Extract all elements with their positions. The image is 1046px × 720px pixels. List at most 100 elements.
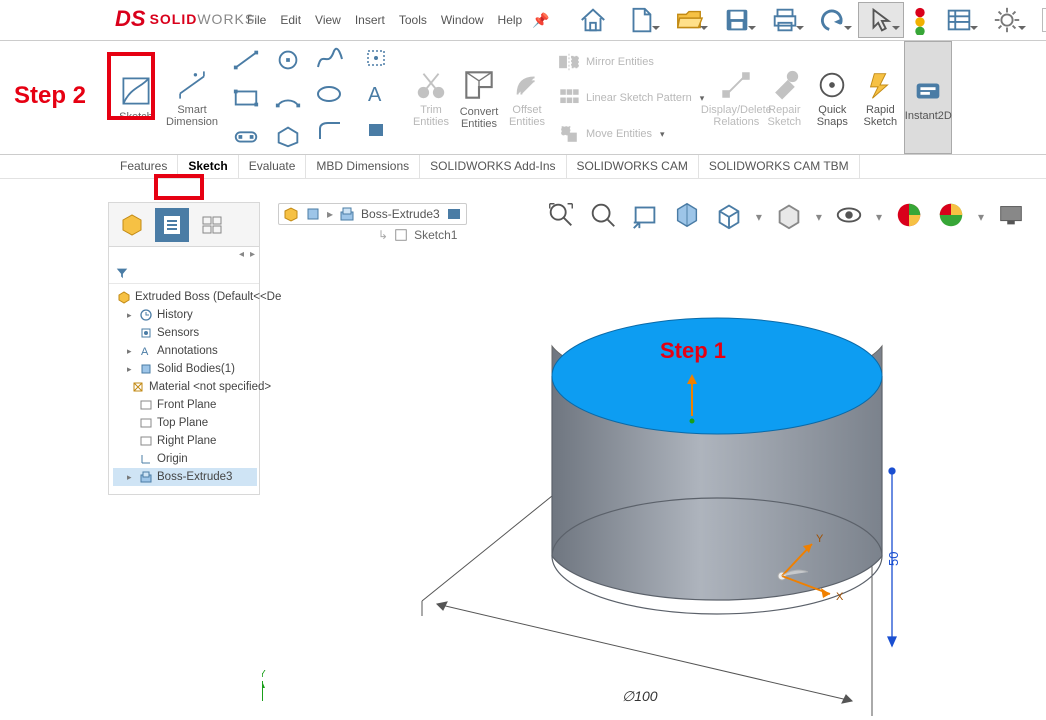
fillet-icon[interactable] xyxy=(314,117,358,153)
appearance-icon[interactable] xyxy=(894,200,924,233)
text-icon[interactable]: A xyxy=(362,81,406,117)
dim-height: 50 xyxy=(886,552,901,566)
linear-pattern-button[interactable]: Linear Sketch Pattern xyxy=(558,83,704,113)
undo-icon[interactable] xyxy=(810,2,856,38)
dim-diameter: ∅100 xyxy=(622,688,658,704)
render-icon[interactable] xyxy=(996,200,1026,233)
tree-front-plane[interactable]: Front Plane xyxy=(113,396,257,414)
app-logo: DS SOLIDWORKS xyxy=(115,6,255,32)
ellipse-icon[interactable] xyxy=(314,81,358,117)
section-view-icon[interactable] xyxy=(672,200,702,233)
step2-highlight-sketch-button xyxy=(107,52,155,120)
tree-material[interactable]: Material <not specified> xyxy=(113,378,257,396)
command-search[interactable]: large xyxy=(1042,8,1046,32)
sketch-icon xyxy=(394,228,408,242)
svg-text:Y: Y xyxy=(816,533,824,545)
move-entities-button[interactable]: Move Entities xyxy=(558,119,704,149)
tree-filter[interactable] xyxy=(109,262,259,284)
options-icon[interactable] xyxy=(936,2,982,38)
circle-icon[interactable] xyxy=(268,42,308,78)
rapid-sketch-button[interactable]: Rapid Sketch xyxy=(856,41,904,154)
previous-view-icon[interactable] xyxy=(630,200,660,233)
line-icon[interactable] xyxy=(226,42,266,78)
tab-mbd[interactable]: MBD Dimensions xyxy=(306,155,420,178)
panel-tabs xyxy=(109,203,259,247)
open-icon[interactable] xyxy=(666,2,712,38)
convert-entities-button[interactable]: Convert Entities xyxy=(454,41,504,154)
tree-right-plane[interactable]: Right Plane xyxy=(113,432,257,450)
menu-help[interactable]: Help xyxy=(498,13,523,27)
panel-nav: ◂▸ xyxy=(109,247,259,262)
slot-icon[interactable] xyxy=(226,118,266,154)
select-icon[interactable] xyxy=(858,2,904,38)
cube-icon xyxy=(305,206,321,222)
breadcrumb-sub: ↳ Sketch1 xyxy=(378,228,457,242)
origin-triad: Y xyxy=(262,669,266,701)
logo-glyph: DS xyxy=(115,6,146,32)
offset-entities-button[interactable]: Offset Entities xyxy=(504,41,550,154)
quick-access-toolbar xyxy=(570,2,1030,38)
plane-icon[interactable] xyxy=(362,117,406,153)
zoom-area-icon[interactable] xyxy=(588,200,618,233)
propertymanager-tab-icon[interactable] xyxy=(155,208,189,242)
quick-snaps-button[interactable]: Quick Snaps xyxy=(808,41,856,154)
tree-top-plane[interactable]: Top Plane xyxy=(113,414,257,432)
print-icon[interactable] xyxy=(762,2,808,38)
settings-icon[interactable] xyxy=(984,2,1030,38)
misc-tools: A xyxy=(360,41,408,154)
display-style-icon[interactable] xyxy=(774,200,804,233)
tab-addins[interactable]: SOLIDWORKS Add-Ins xyxy=(420,155,566,178)
graphics-viewport[interactable]: ∅100 50 X Y xyxy=(262,246,1042,716)
spline-icon[interactable] xyxy=(314,45,358,81)
view-orientation-icon[interactable] xyxy=(714,200,744,233)
feature-tree: Extruded Boss (Default<<De History Senso… xyxy=(109,284,259,494)
configmanager-tab-icon[interactable] xyxy=(195,208,229,242)
svg-text:X: X xyxy=(836,591,844,603)
ribbon: Sketch Smart Dimension A Trim Entities C… xyxy=(0,40,1046,155)
breadcrumb-feature: Boss-Extrude3 xyxy=(361,207,440,221)
menu-edit[interactable]: Edit xyxy=(280,13,301,27)
tree-sensors[interactable]: Sensors xyxy=(113,324,257,342)
repair-sketch-button[interactable]: Repair Sketch xyxy=(760,41,808,154)
arc-icon[interactable] xyxy=(268,80,308,116)
menu-window[interactable]: Window xyxy=(441,13,484,27)
instant2d-button[interactable]: Instant2D xyxy=(904,41,952,154)
pin-icon[interactable]: 📌 xyxy=(532,12,549,29)
tree-annotations[interactable]: AAnnotations xyxy=(113,342,257,360)
new-doc-icon[interactable] xyxy=(618,2,664,38)
save-icon[interactable] xyxy=(714,2,760,38)
part-icon xyxy=(283,206,299,222)
svg-text:A: A xyxy=(368,84,382,106)
tree-root[interactable]: Extruded Boss (Default<<De xyxy=(113,288,257,306)
scene-icon[interactable] xyxy=(936,200,966,233)
mirror-entities-button[interactable]: Mirror Entities xyxy=(558,47,704,77)
hide-show-icon[interactable] xyxy=(834,200,864,233)
tree-boss-extrude[interactable]: Boss-Extrude3 xyxy=(113,468,257,486)
zoom-fit-icon[interactable] xyxy=(546,200,576,233)
featuremanager-tab-icon[interactable] xyxy=(115,208,149,242)
rectangle-icon[interactable] xyxy=(226,80,266,116)
polygon-icon[interactable] xyxy=(268,118,308,154)
rebuild-icon[interactable] xyxy=(906,2,934,38)
breadcrumb[interactable]: ▸ Boss-Extrude3 xyxy=(278,203,467,225)
trim-entities-button[interactable]: Trim Entities xyxy=(408,41,454,154)
line-tools xyxy=(222,41,312,154)
tree-origin[interactable]: Origin xyxy=(113,450,257,468)
menu-tools[interactable]: Tools xyxy=(399,13,427,27)
logo-text: SOLIDWORKS xyxy=(150,11,256,27)
menu-insert[interactable]: Insert xyxy=(355,13,385,27)
step1-label: Step 1 xyxy=(660,338,726,364)
tab-cam[interactable]: SOLIDWORKS CAM xyxy=(567,155,699,178)
feature-manager-panel: ◂▸ Extruded Boss (Default<<De History Se… xyxy=(108,202,260,495)
filter-icon xyxy=(115,266,129,280)
step2-highlight-sketch-tab xyxy=(154,174,204,200)
home-icon[interactable] xyxy=(570,2,616,38)
point-icon[interactable] xyxy=(362,45,406,81)
tab-evaluate[interactable]: Evaluate xyxy=(239,155,307,178)
smart-dimension-button[interactable]: Smart Dimension xyxy=(162,41,222,154)
display-delete-relations-button[interactable]: Display/Delete Relations xyxy=(712,41,760,154)
tree-history[interactable]: History xyxy=(113,306,257,324)
tree-solid-bodies[interactable]: Solid Bodies(1) xyxy=(113,360,257,378)
tab-camtbm[interactable]: SOLIDWORKS CAM TBM xyxy=(699,155,860,178)
menu-view[interactable]: View xyxy=(315,13,341,27)
